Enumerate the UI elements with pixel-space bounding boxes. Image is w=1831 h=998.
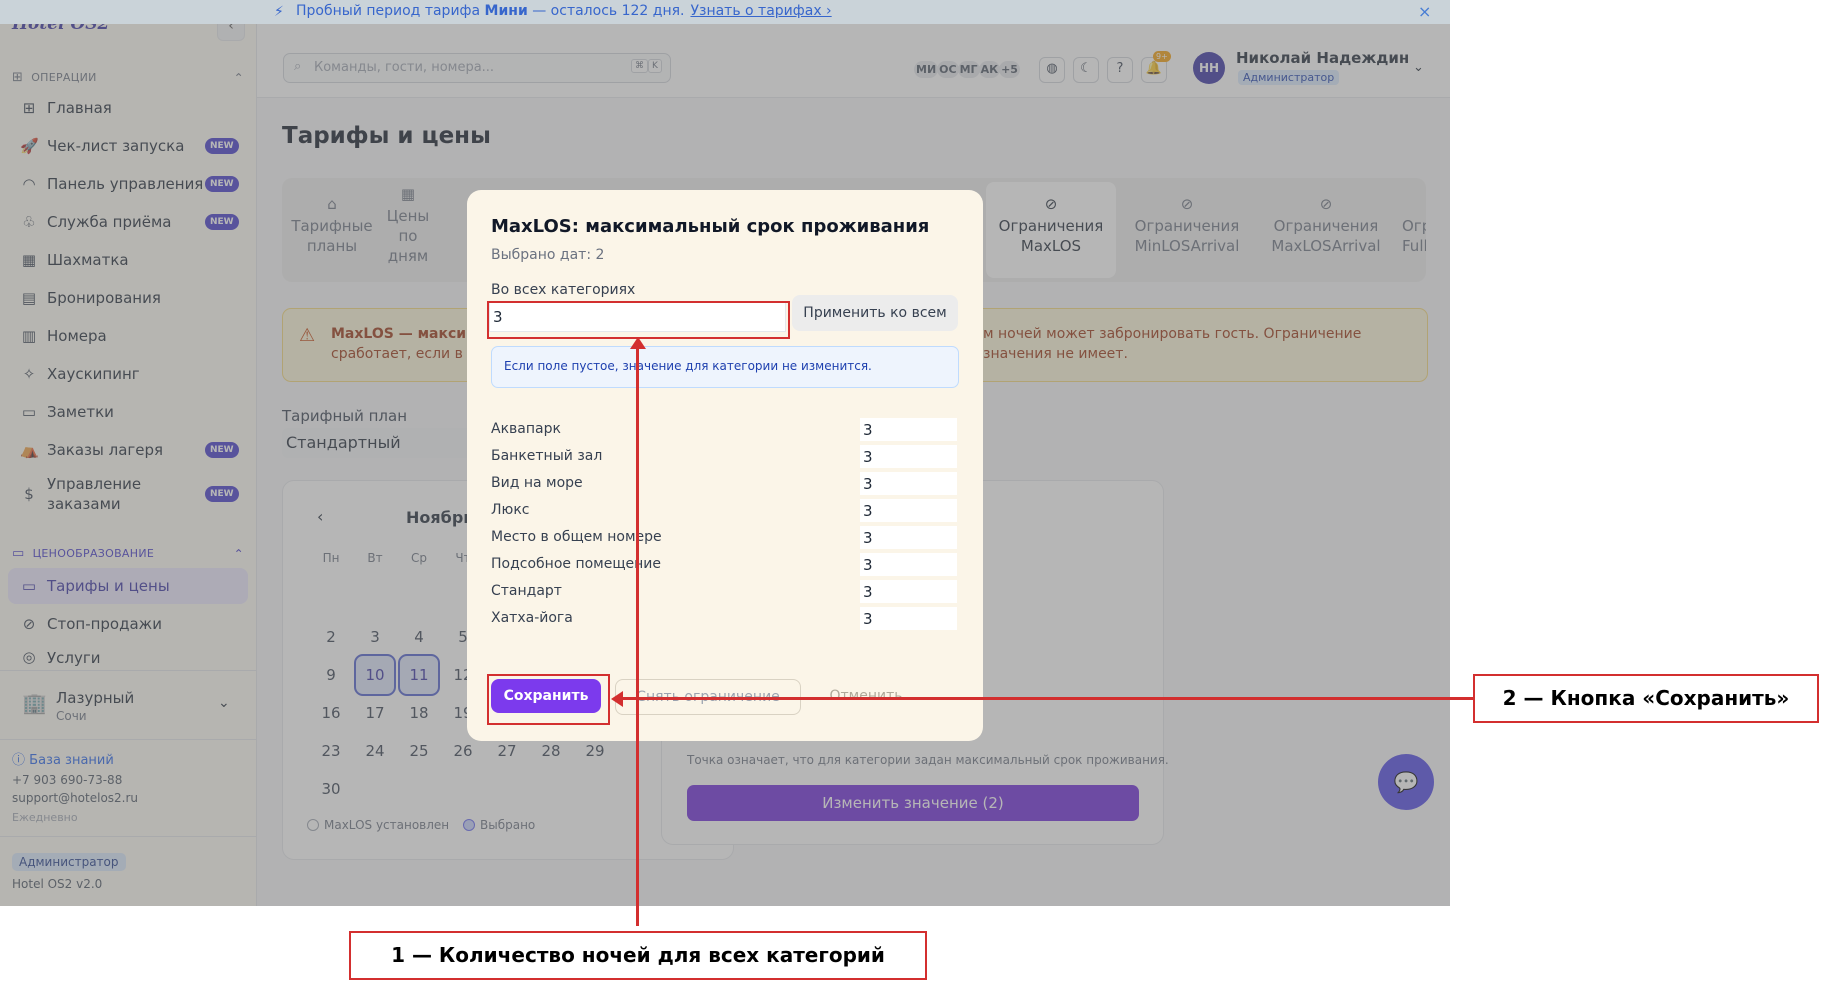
selected-dates-count: Выбрано дат: 2 — [491, 247, 605, 263]
maxlos-dialog: MaxLOS: максимальный срок проживания Выб… — [467, 190, 983, 741]
category-row: Аквапарк 3 — [491, 418, 959, 442]
annotation-label-1: 1 — Количество ночей для всех категорий — [349, 931, 927, 980]
category-row: Банкетный зал 3 — [491, 445, 959, 469]
category-value: 3 — [863, 448, 873, 466]
annotation-label-2: 2 — Кнопка «Сохранить» — [1473, 674, 1819, 723]
category-value-input[interactable]: 3 — [860, 418, 957, 441]
category-value-input[interactable]: 3 — [860, 553, 957, 576]
category-value-input[interactable]: 3 — [860, 526, 957, 549]
category-name: Аквапарк — [491, 421, 561, 437]
category-name: Банкетный зал — [491, 448, 603, 464]
category-value: 3 — [863, 529, 873, 547]
category-value-input[interactable]: 3 — [860, 499, 957, 522]
category-row: Вид на море 3 — [491, 472, 959, 496]
category-value: 3 — [863, 556, 873, 574]
category-row: Место в общем номере 3 — [491, 526, 959, 550]
category-value-input[interactable]: 3 — [860, 472, 957, 495]
modal-backdrop-top — [0, 0, 1450, 24]
hint-text: Если поле пустое, значение для категории… — [504, 359, 872, 373]
all-categories-label: Во всех категориях — [491, 282, 636, 298]
annotation-arrowhead-2 — [611, 691, 623, 707]
category-value: 3 — [863, 583, 873, 601]
annotation-arrowhead-1 — [630, 337, 646, 349]
category-row: Хатха-йога 3 — [491, 607, 959, 631]
annotation-line-1 — [636, 345, 639, 926]
category-value-input[interactable]: 3 — [860, 580, 957, 603]
category-name: Стандарт — [491, 583, 562, 599]
apply-to-all-button[interactable]: Применить ко всем — [792, 295, 958, 331]
category-row: Стандарт 3 — [491, 580, 959, 604]
category-value: 3 — [863, 421, 873, 439]
category-value: 3 — [863, 610, 873, 628]
category-name: Вид на море — [491, 475, 583, 491]
category-value-input[interactable]: 3 — [860, 607, 957, 630]
dialog-title: MaxLOS: максимальный срок проживания — [491, 216, 930, 237]
category-value-input[interactable]: 3 — [860, 445, 957, 468]
annotation-line-2 — [623, 697, 1473, 700]
annotation-box-all-categories — [487, 301, 790, 339]
category-value: 3 — [863, 502, 873, 520]
app-window: Hotel OS2 ‹ ⊞ ОПЕРАЦИИ ⌃ ⊞ Главная 🚀 Чек… — [0, 0, 1450, 906]
category-row: Люкс 3 — [491, 499, 959, 523]
category-row: Подсобное помещение 3 — [491, 553, 959, 577]
category-value: 3 — [863, 475, 873, 493]
cancel-button[interactable]: Отменить — [811, 679, 921, 713]
annotation-box-save — [487, 674, 610, 725]
category-name: Люкс — [491, 502, 530, 518]
category-name: Хатха-йога — [491, 610, 573, 626]
empty-field-hint: Если поле пустое, значение для категории… — [491, 346, 959, 388]
